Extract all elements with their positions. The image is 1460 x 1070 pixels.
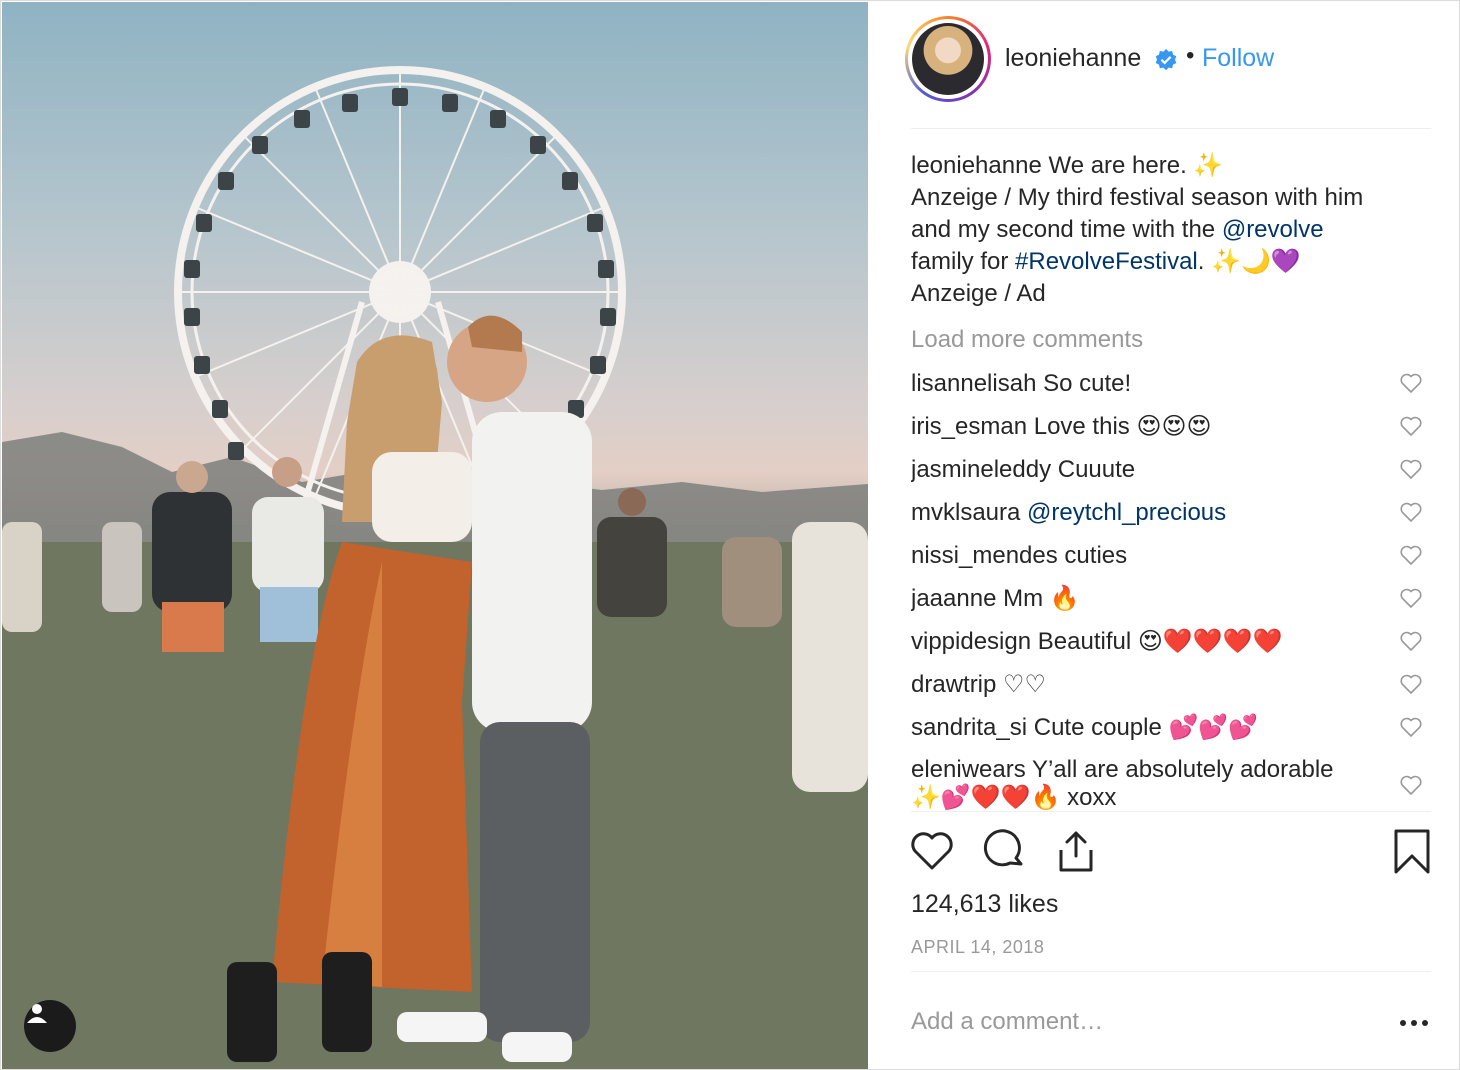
comment-like-heart-icon[interactable] — [1399, 587, 1423, 617]
comment-username[interactable]: nissi_mendes — [911, 542, 1058, 569]
comment-like-heart-icon[interactable] — [1399, 544, 1423, 574]
header-username[interactable]: leoniehanne — [1005, 44, 1141, 73]
header-separator: • — [1186, 42, 1195, 69]
caption-line: Anzeige / My third festival season with … — [911, 184, 1364, 211]
avatar[interactable] — [905, 16, 991, 102]
comment-text: Love this 😍😍😍 — [1033, 413, 1212, 440]
comment-bubble-icon[interactable] — [981, 828, 1027, 879]
post-side-panel: leoniehanne • Follow leoniehanne We are … — [869, 2, 1459, 1069]
comment-mention-link[interactable]: @reytchl_precious — [1027, 499, 1226, 526]
add-comment-input[interactable] — [911, 1004, 1351, 1040]
bookmark-icon[interactable] — [1389, 828, 1435, 879]
comment-text: So cute! — [1043, 370, 1132, 397]
caption-text: family for — [911, 248, 1016, 275]
more-options-icon[interactable] — [1399, 1014, 1429, 1032]
comment-item: mvklsaura @reytchl_precious — [911, 498, 1431, 528]
post-header: leoniehanne • Follow — [869, 2, 1459, 129]
load-more-comments-button[interactable]: Load more comments — [911, 324, 1431, 356]
person-icon — [27, 1004, 47, 1023]
caption-line: and my second time with the @revolve — [911, 214, 1431, 246]
comment-username[interactable]: drawtrip — [911, 671, 996, 698]
comment-item: iris_esman Love this 😍😍😍 — [911, 412, 1431, 442]
like-heart-icon[interactable] — [909, 828, 955, 879]
comment-item: eleniwears Y’all are absolutely adorable… — [911, 756, 1431, 811]
caption-text: . ✨🌙💜 — [1197, 248, 1301, 275]
tagged-users-button[interactable] — [24, 1000, 76, 1052]
likes-count[interactable]: 124,613 likes — [911, 890, 1058, 919]
post-date[interactable]: APRIL 14, 2018 — [911, 937, 1044, 958]
comment-item: nissi_mendes cuties — [911, 541, 1431, 571]
festival-photo-illustration — [2, 66, 868, 1069]
comment-username[interactable]: mvklsaura — [911, 499, 1020, 526]
comment-username[interactable]: sandrita_si — [911, 714, 1027, 741]
comment-username[interactable]: iris_esman — [911, 413, 1027, 440]
comment-text: Mm 🔥 — [1003, 585, 1080, 612]
comment-text: Beautiful 😍❤️❤️❤️❤️ — [1037, 628, 1283, 655]
comment-item: drawtrip ♡♡ — [911, 670, 1431, 700]
share-icon[interactable] — [1053, 828, 1099, 879]
comment-text: Cute couple 💕💕💕 — [1033, 714, 1259, 741]
caption-text: and my second time with the — [911, 216, 1222, 243]
caption-username[interactable]: leoniehanne — [911, 152, 1042, 179]
post-photo[interactable] — [2, 2, 868, 1069]
comment-username[interactable]: lisannelisah — [911, 370, 1036, 397]
comment-text: Cuuute — [1057, 456, 1136, 483]
follow-button[interactable]: Follow — [1202, 44, 1274, 73]
comment-item: lisannelisah So cute! — [911, 369, 1431, 399]
comment-like-heart-icon[interactable] — [1399, 630, 1423, 660]
caption-text: We are here. ✨ — [1048, 152, 1224, 179]
comment-like-heart-icon[interactable] — [1399, 372, 1423, 402]
comment-text: Y’all are absolutely adorable — [1031, 756, 1334, 783]
comment-text: cuties — [1064, 542, 1128, 569]
revolve-mention-link[interactable]: @revolve — [1222, 216, 1324, 243]
comment-like-heart-icon[interactable] — [1399, 458, 1423, 488]
post-actions-bar — [909, 828, 1439, 884]
caption-line: leoniehanne We are here. ✨ — [911, 150, 1431, 182]
comment-username[interactable]: eleniwears — [911, 756, 1026, 783]
caption-line: family for #RevolveFestival. ✨🌙💜 — [911, 246, 1431, 278]
comments-list[interactable]: leoniehanne We are here. ✨ Anzeige / My … — [911, 150, 1431, 811]
comment-item: vippidesign Beautiful 😍❤️❤️❤️❤️ — [911, 627, 1431, 657]
comments-divider — [911, 811, 1431, 812]
comment-text: ♡♡ — [1003, 671, 1047, 698]
header-divider — [911, 128, 1431, 129]
hashtag-link[interactable]: #RevolveFestival — [1015, 248, 1198, 275]
comment-item: jasmineleddy Cuuute — [911, 455, 1431, 485]
avatar-image — [912, 23, 984, 95]
footer-divider — [911, 971, 1431, 972]
comment-username[interactable]: vippidesign — [911, 628, 1031, 655]
comment-like-heart-icon[interactable] — [1399, 501, 1423, 531]
comment-username[interactable]: jaaanne — [911, 585, 996, 612]
comment-username[interactable]: jasmineleddy — [911, 456, 1051, 483]
comment-like-heart-icon[interactable] — [1399, 774, 1423, 803]
comment-like-heart-icon[interactable] — [1399, 415, 1423, 445]
comment-item: jaaanne Mm 🔥 — [911, 584, 1431, 614]
instagram-post: leoniehanne • Follow leoniehanne We are … — [0, 0, 1460, 1070]
caption-line: Anzeige / Ad — [911, 280, 1046, 307]
verified-badge-icon — [1154, 48, 1178, 77]
post-caption: leoniehanne We are here. ✨ Anzeige / My … — [911, 150, 1431, 310]
comment-like-heart-icon[interactable] — [1399, 716, 1423, 746]
comment-like-heart-icon[interactable] — [1399, 673, 1423, 703]
avatar-border — [908, 19, 988, 99]
comment-item: sandrita_si Cute couple 💕💕💕 — [911, 713, 1431, 743]
comment-text-continued: ✨💕❤️❤️🔥 xoxx — [911, 784, 1117, 811]
